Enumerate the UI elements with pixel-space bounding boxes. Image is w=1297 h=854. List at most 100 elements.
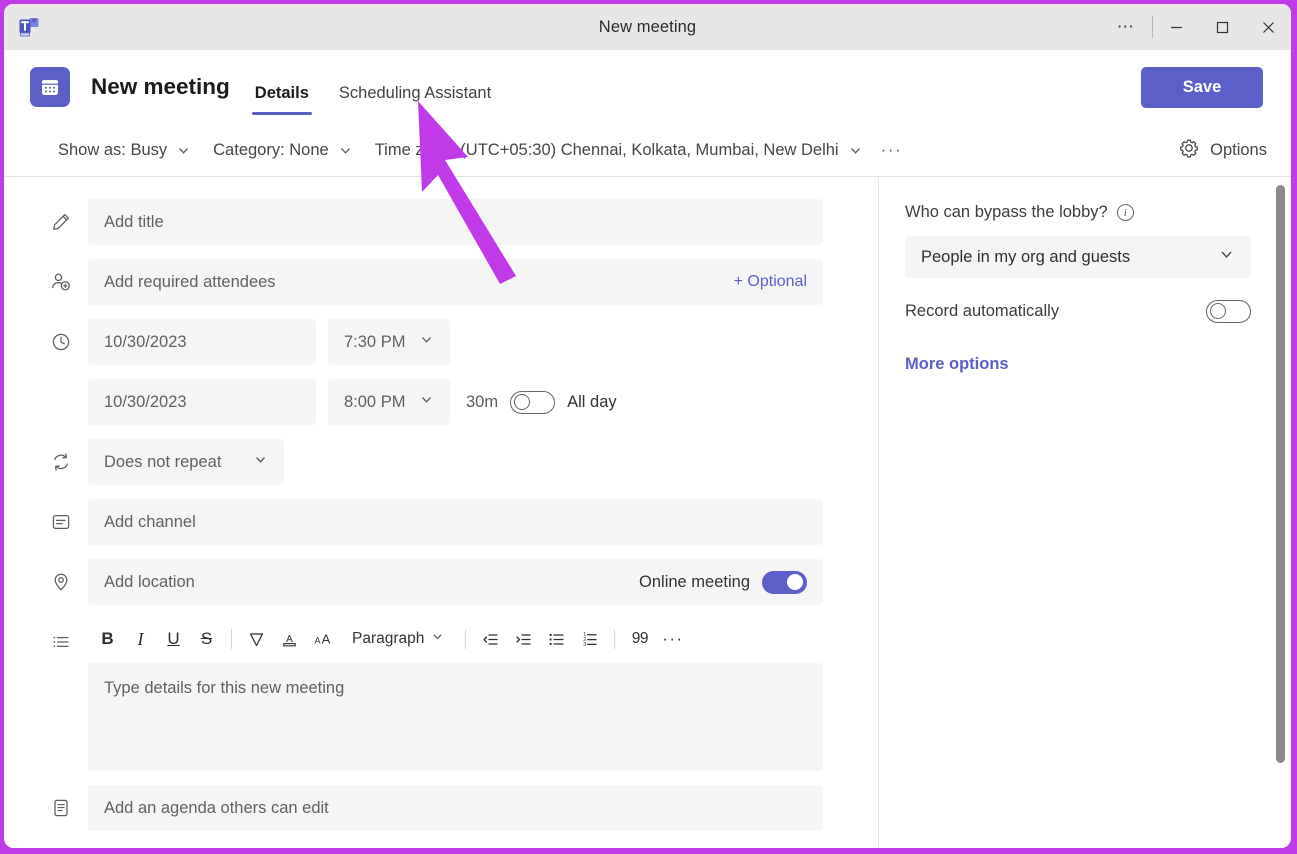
toolbar-divider bbox=[231, 629, 232, 649]
save-button[interactable]: Save bbox=[1141, 66, 1263, 108]
annotation-frame: New meeting ⋯ New meeting Details Schedu… bbox=[0, 0, 1297, 854]
scrollbar-thumb[interactable] bbox=[1276, 185, 1285, 763]
paragraph-style-dropdown[interactable]: Paragraph bbox=[344, 624, 452, 655]
agenda-row: Add an agenda others can edit bbox=[50, 785, 823, 831]
svg-text:A: A bbox=[314, 635, 320, 645]
attendees-row: Add required attendees + Optional bbox=[50, 259, 823, 305]
numbered-list-icon[interactable]: 1 2 3 bbox=[574, 624, 605, 655]
page-title: New meeting bbox=[91, 74, 230, 99]
toolbar-divider bbox=[614, 629, 616, 649]
meeting-header: New meeting Details Scheduling Assistant… bbox=[4, 50, 1291, 124]
strikethrough-button[interactable]: S bbox=[191, 624, 222, 655]
category-label: Category: None bbox=[213, 140, 329, 159]
timezone-dropdown[interactable]: Time zone: (UTC+05:30) Chennai, Kolkata,… bbox=[375, 141, 863, 160]
bulleted-list-icon[interactable] bbox=[541, 624, 572, 655]
toggle-knob bbox=[1210, 303, 1226, 319]
start-datetime-row: 10/30/2023 7:30 PM bbox=[50, 319, 823, 365]
lobby-bypass-dropdown[interactable]: People in my org and guests bbox=[905, 236, 1251, 278]
gutter-spacer bbox=[50, 379, 88, 425]
quote-button[interactable]: 99 bbox=[624, 624, 655, 655]
meeting-options-panel: Who can bypass the lobby? i People in my… bbox=[879, 177, 1291, 848]
options-label: Options bbox=[1210, 140, 1267, 159]
end-date-input[interactable]: 10/30/2023 bbox=[88, 379, 316, 425]
channel-input[interactable]: Add channel bbox=[88, 499, 823, 545]
teams-logo-icon bbox=[16, 14, 42, 40]
end-time-value: 8:00 PM bbox=[344, 392, 406, 411]
teams-new-meeting-window: New meeting ⋯ New meeting Details Schedu… bbox=[4, 4, 1291, 848]
attendees-placeholder: Add required attendees bbox=[104, 272, 276, 291]
chevron-down-icon bbox=[176, 143, 191, 158]
font-size-icon[interactable]: A A bbox=[307, 624, 338, 655]
title-input[interactable]: Add title bbox=[88, 199, 823, 245]
toolbar-divider bbox=[465, 629, 467, 649]
all-day-toggle[interactable] bbox=[510, 390, 556, 414]
all-day-label: All day bbox=[567, 392, 617, 411]
svg-text:3: 3 bbox=[584, 642, 587, 648]
repeat-dropdown[interactable]: Does not repeat bbox=[88, 439, 284, 485]
minimize-icon[interactable] bbox=[1153, 4, 1199, 50]
channel-row: Add channel bbox=[50, 499, 823, 545]
online-meeting-toggle[interactable] bbox=[762, 570, 807, 594]
location-pin-icon bbox=[50, 559, 88, 605]
repeat-icon bbox=[50, 439, 88, 485]
chevron-down-icon bbox=[338, 143, 353, 158]
clock-icon bbox=[50, 319, 88, 365]
chevron-down-icon bbox=[431, 630, 444, 648]
chevron-down-icon bbox=[848, 143, 863, 158]
start-time-value: 7:30 PM bbox=[344, 332, 406, 351]
details-editor: B I U S A A A Paragraph 1 2 3 99 ··· Typ… bbox=[88, 619, 823, 771]
window-titlebar: New meeting ⋯ bbox=[4, 4, 1291, 50]
tab-scheduling-assistant[interactable]: Scheduling Assistant bbox=[336, 84, 494, 124]
lobby-label: Who can bypass the lobby? bbox=[905, 203, 1108, 221]
add-optional-attendees-link[interactable]: + Optional bbox=[734, 273, 807, 291]
calendar-icon bbox=[30, 67, 70, 107]
vertical-scrollbar[interactable] bbox=[1276, 185, 1285, 840]
highlight-icon[interactable] bbox=[241, 624, 272, 655]
close-icon[interactable] bbox=[1245, 4, 1291, 50]
channel-icon bbox=[50, 499, 88, 545]
title-row: Add title bbox=[50, 199, 823, 245]
end-datetime-row: 10/30/2023 8:00 PM 30m All day bbox=[50, 379, 823, 425]
online-meeting-label: Online meeting bbox=[639, 572, 750, 591]
category-dropdown[interactable]: Category: None bbox=[213, 141, 353, 160]
details-textarea[interactable]: Type details for this new meeting bbox=[88, 663, 823, 771]
info-icon[interactable]: i bbox=[1116, 204, 1134, 221]
show-as-label: Show as: Busy bbox=[58, 140, 168, 159]
record-automatically-toggle[interactable] bbox=[1206, 300, 1251, 323]
window-title: New meeting bbox=[598, 17, 697, 36]
window-more-icon[interactable]: ⋯ bbox=[1100, 4, 1152, 50]
more-options-link[interactable]: More options bbox=[905, 355, 1251, 374]
maximize-icon[interactable] bbox=[1199, 4, 1245, 50]
attendees-input[interactable]: Add required attendees + Optional bbox=[88, 259, 823, 305]
paragraph-label: Paragraph bbox=[352, 630, 425, 647]
show-as-dropdown[interactable]: Show as: Busy bbox=[58, 141, 191, 160]
location-row: Add location Online meeting bbox=[50, 559, 823, 605]
text-description-icon bbox=[50, 619, 88, 665]
editor-more-icon[interactable]: ··· bbox=[657, 624, 688, 655]
record-automatically-row: Record automatically bbox=[905, 300, 1251, 323]
timezone-label: Time zone: (UTC+05:30) Chennai, Kolkata,… bbox=[374, 140, 839, 159]
meeting-body: Add title Add required attendees + Optio… bbox=[4, 177, 1291, 848]
underline-button[interactable]: U bbox=[158, 624, 189, 655]
increase-indent-icon[interactable] bbox=[508, 624, 539, 655]
decrease-indent-icon[interactable] bbox=[475, 624, 506, 655]
svg-text:A: A bbox=[322, 631, 331, 646]
meeting-options-toolbar: Show as: Busy Category: None Time zone: … bbox=[4, 124, 1291, 177]
options-button[interactable]: Options bbox=[1179, 138, 1267, 163]
toolbar-more-icon[interactable]: ··· bbox=[881, 140, 903, 160]
window-controls: ⋯ bbox=[1100, 4, 1291, 50]
end-time-dropdown[interactable]: 8:00 PM bbox=[328, 379, 450, 425]
pencil-icon bbox=[50, 199, 88, 245]
bold-button[interactable]: B bbox=[92, 624, 123, 655]
location-input[interactable]: Add location Online meeting bbox=[88, 559, 823, 605]
start-date-input[interactable]: 10/30/2023 bbox=[88, 319, 316, 365]
start-time-dropdown[interactable]: 7:30 PM bbox=[328, 319, 450, 365]
lobby-value: People in my org and guests bbox=[921, 247, 1131, 266]
rich-text-toolbar: B I U S A A A Paragraph 1 2 3 99 ··· bbox=[88, 619, 823, 659]
repeat-value: Does not repeat bbox=[104, 452, 222, 471]
agenda-input[interactable]: Add an agenda others can edit bbox=[88, 785, 823, 831]
italic-button[interactable]: I bbox=[125, 624, 156, 655]
duration-label: 30m bbox=[466, 392, 499, 411]
tab-details[interactable]: Details bbox=[251, 84, 313, 124]
font-color-icon[interactable]: A bbox=[274, 624, 305, 655]
